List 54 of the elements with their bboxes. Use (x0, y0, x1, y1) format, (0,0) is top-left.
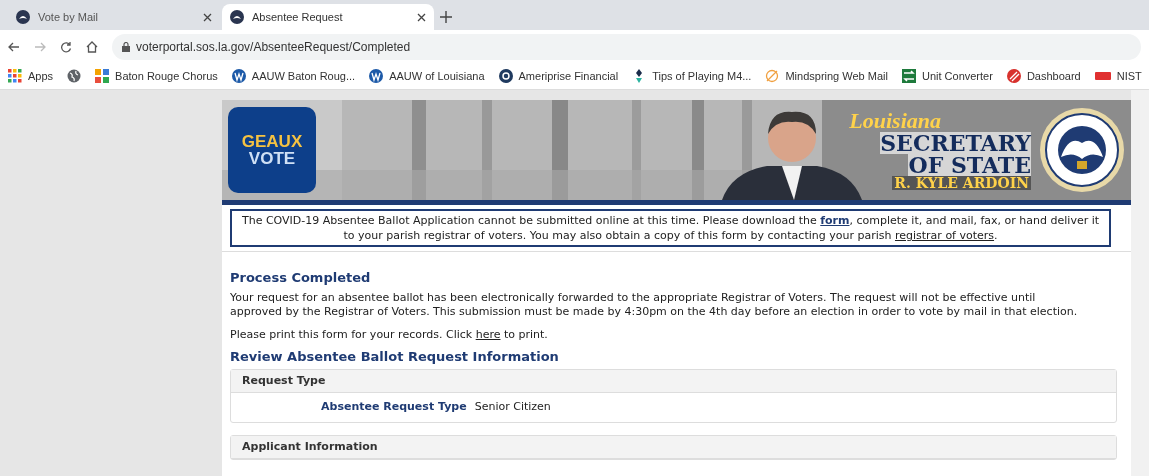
scrollbar[interactable] (1131, 90, 1149, 476)
close-icon[interactable] (203, 12, 212, 22)
close-icon[interactable] (417, 12, 426, 22)
url-text: voterportal.sos.la.gov/AbsenteeRequest/Completed (136, 38, 411, 56)
back-arrow-icon[interactable] (8, 40, 20, 53)
colored-squares-icon (95, 69, 110, 83)
field-value: Senior Citizen (474, 399, 551, 415)
arrows-icon (901, 69, 916, 83)
browser-tab[interactable]: Vote by Mail (8, 4, 220, 30)
bookmark[interactable]: Apps (8, 67, 54, 85)
bookmark[interactable]: AAUW Baton Roug... (231, 67, 356, 85)
home-icon[interactable] (86, 40, 98, 53)
section-heading: Review Absentee Ballot Request Information (230, 348, 560, 366)
bookmark[interactable]: Baton Rouge Chorus (95, 67, 218, 85)
new-tab-icon[interactable] (440, 11, 452, 23)
tab-title: Vote by Mail (38, 9, 99, 25)
apps-grid-icon (8, 69, 22, 83)
section-heading: Process Completed (230, 269, 372, 287)
geaux-vote-logo: GEAUX VOTE (228, 107, 316, 193)
bookmark[interactable]: Dashboard (1006, 67, 1081, 85)
browser-tab[interactable]: Absentee Request (222, 4, 434, 30)
bookmark[interactable]: AAUW of Louisiana (369, 67, 485, 85)
round-logo-icon (1006, 69, 1021, 83)
print-link[interactable]: here (475, 327, 501, 341)
bookmark[interactable]: Ameriprise Financial (498, 67, 619, 85)
round-logo-icon (231, 69, 246, 83)
print-instruction: Please print this form for your records. Click here to print. (230, 326, 549, 343)
panel-title: Request Type (242, 373, 326, 387)
bookmark[interactable]: Mindspring Web Mail (765, 67, 888, 85)
script-title: Louisiana (849, 110, 941, 132)
seal-icon (230, 10, 244, 24)
confirmation-message: Your request for an absentee ballot has been electronically forwarded to the appropriate Registrar of Voters. The request will not be effective until approved by the Registrar of Voters. This submission must be made by 4:30pm on the 4th day before an election in order to vote by mail in that election. (230, 290, 1079, 319)
state-seal-icon (1039, 107, 1125, 193)
bookmark[interactable] (67, 69, 82, 83)
panel-title: Applicant Information (242, 439, 378, 453)
reload-icon[interactable] (60, 40, 72, 53)
bookmark[interactable]: Tips of Playing M4... (632, 67, 752, 85)
office-title: SECRETARY (880, 132, 1031, 154)
round-logo-icon (369, 69, 384, 83)
bookmark[interactable]: Unit Converter (901, 67, 993, 85)
round-logo-icon (498, 69, 513, 83)
office-title: OF STATE (908, 154, 1031, 176)
form-link[interactable]: form (820, 214, 850, 227)
field-label: Absentee Request Type (321, 399, 467, 415)
tab-title: Absentee Request (252, 9, 344, 25)
wordmark-icon (1094, 72, 1111, 80)
address-bar[interactable]: voterportal.sos.la.gov/AbsenteeRequest/Completed (112, 33, 1141, 60)
official-name: R. KYLE ARDOIN (892, 176, 1031, 190)
covid-notice: The COVID-19 Absentee Ballot Application cannot be submitted online at this time. Please download the form, complete it, and mail, fax, or hand deliver it to your parish registrar of voters. You may also obtain a copy of this form by contacting your parish registrar of voters. (230, 209, 1111, 247)
seal-icon (16, 10, 30, 24)
lock-icon (122, 41, 130, 52)
globe-icon (67, 69, 82, 83)
bookmark[interactable]: NIST (1094, 67, 1142, 85)
ring-icon (765, 69, 780, 83)
